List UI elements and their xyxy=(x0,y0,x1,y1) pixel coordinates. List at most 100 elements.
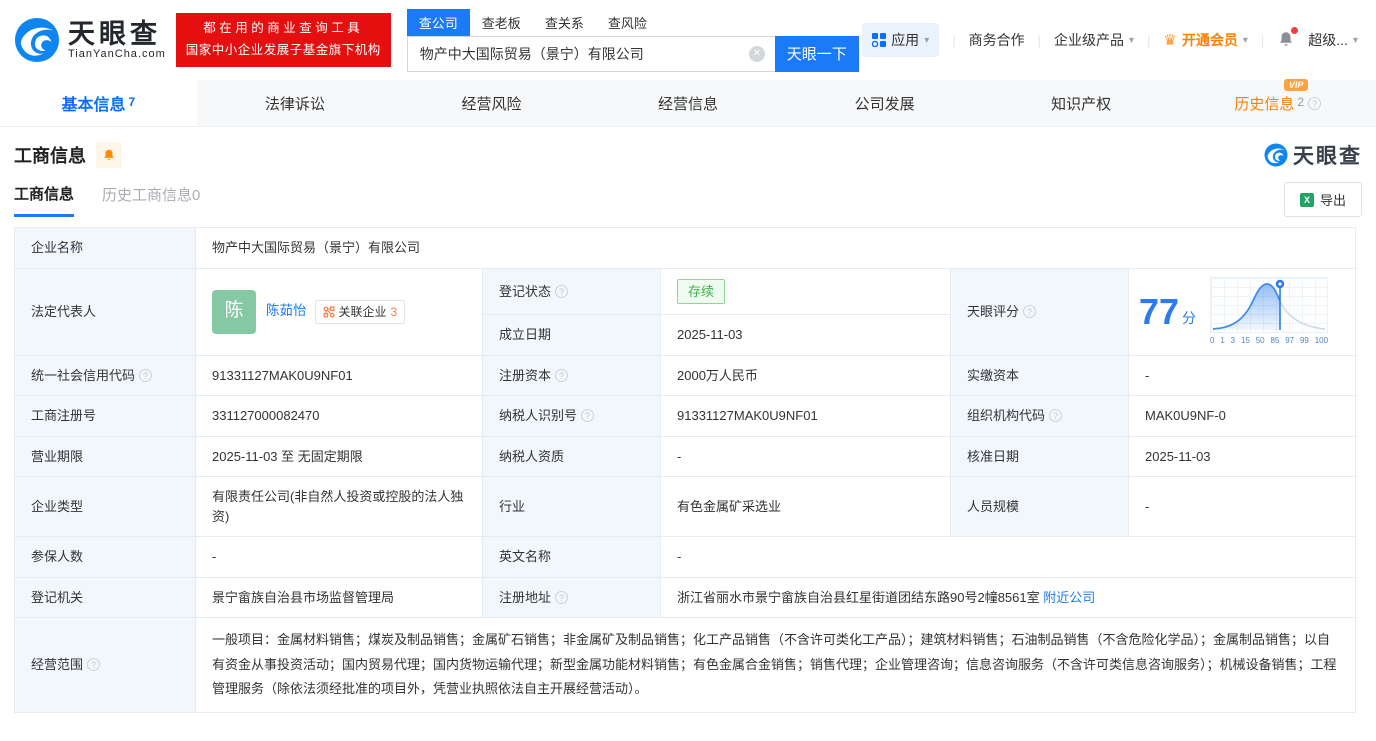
export-button[interactable]: X 导出 xyxy=(1283,182,1362,217)
taxpayer-id-label-text: 纳税人识别号 xyxy=(499,408,578,423)
tab-operation-risk[interactable]: 经营风险 xyxy=(393,80,590,126)
tianyancha-logo-icon xyxy=(1264,143,1288,167)
nearby-companies-link[interactable]: 附近公司 xyxy=(1043,590,1095,605)
field-label-taxpayer-quality: 纳税人资质 xyxy=(482,435,661,477)
section-title: 工商信息 xyxy=(14,146,86,166)
field-value-business-scope: 一般项目：金属材料销售；煤炭及制品销售；金属矿石销售；非金属矿及制品销售；化工产… xyxy=(195,616,1356,714)
help-icon[interactable]: ? xyxy=(555,368,569,382)
tab-operation-info[interactable]: 经营信息 xyxy=(590,80,787,126)
clear-search-icon[interactable]: ✕ xyxy=(748,45,765,62)
field-label-english-name: 英文名称 xyxy=(482,536,661,578)
search-box: 查公司 查老板 查关系 查风险 ✕ 天眼一下 xyxy=(406,8,859,72)
help-icon[interactable]: ? xyxy=(1308,96,1322,110)
field-value-industry: 有色金属矿采选业 xyxy=(660,476,951,537)
subscribe-bell-button[interactable] xyxy=(96,142,122,168)
watermark-text: 天眼查 xyxy=(1293,145,1362,168)
table-row: 营业期限 2025-11-03 至 无固定期限 纳税人资质 - 核准日期 202… xyxy=(14,435,1356,477)
help-icon[interactable]: ? xyxy=(1049,409,1063,422)
nav-open-vip[interactable]: ♛ 开通会员 ▾ xyxy=(1163,30,1247,50)
tab-basic-info[interactable]: 基本信息 7 xyxy=(0,80,197,126)
tianyancha-logo[interactable]: 天眼查 TianYanCha.com xyxy=(14,17,166,63)
nav-account[interactable]: 超级... ▾ xyxy=(1308,30,1358,50)
related-companies-badge[interactable]: 关联企业 3 xyxy=(314,299,406,324)
status-badge: 存续 xyxy=(677,278,726,304)
field-label-tyc-score: 天眼评分? xyxy=(950,267,1129,356)
subtab-history-business-info[interactable]: 历史工商信息0 xyxy=(102,184,200,215)
field-label-org-code: 组织机构代码? xyxy=(950,395,1129,437)
nav-biz-coop[interactable]: 商务合作 xyxy=(969,30,1025,50)
field-value-paid-capital: - xyxy=(1128,354,1356,396)
score-unit: 分 xyxy=(1182,310,1197,326)
reg-status-label-text: 登记状态 xyxy=(499,283,552,299)
field-value-approval-date: 2025-11-03 xyxy=(1128,435,1356,477)
tab-legal-litigation-label: 法律诉讼 xyxy=(264,95,325,113)
field-value-insured-count: - xyxy=(195,536,483,578)
help-icon[interactable]: ? xyxy=(87,658,101,672)
legal-rep-avatar[interactable]: 陈 xyxy=(212,289,256,334)
nav-account-label: 超级... xyxy=(1308,32,1348,48)
help-icon[interactable]: ? xyxy=(555,590,569,604)
search-input[interactable] xyxy=(406,35,775,72)
notification-dot xyxy=(1291,26,1299,34)
table-row: 企业名称 物产中大国际贸易（景宁）有限公司 xyxy=(14,227,1356,269)
field-value-reg-address: 浙江省丽水市景宁畲族自治县红星街道团结东路90号2幢8561室 附近公司 xyxy=(660,576,1356,618)
field-value-org-code: MAK0U9NF-0 xyxy=(1128,395,1356,437)
help-icon[interactable]: ? xyxy=(139,368,153,382)
table-row: 统一社会信用代码? 91331127MAK0U9NF01 注册资本? 2000万… xyxy=(14,354,1356,396)
axis-tick: 100 xyxy=(1314,335,1329,345)
tab-company-development[interactable]: 公司发展 xyxy=(786,80,983,126)
divider: | xyxy=(1037,32,1041,48)
slogan-line2: 国家中小企业发展子基金旗下机构 xyxy=(185,43,381,57)
search-tab-relation[interactable]: 查关系 xyxy=(533,9,596,36)
field-label-taxpayer-id: 纳税人识别号? xyxy=(482,395,661,437)
tab-history-info-label: 历史信息 xyxy=(1234,95,1295,113)
tab-intellectual-property[interactable]: 知识产权 xyxy=(983,80,1180,126)
legal-rep-name-link[interactable]: 陈茹怡 xyxy=(266,301,307,321)
business-info-section: 工商信息 天眼查 工商信息 历史工商信息0 X 导出 企业名称 物产中大国际贸易… xyxy=(0,127,1376,714)
reg-address-label-text: 注册地址 xyxy=(499,589,552,605)
field-label-reg-capital: 注册资本? xyxy=(482,354,661,396)
nav-enterprise[interactable]: 企业级产品 ▾ xyxy=(1054,30,1134,50)
search-tab-risk[interactable]: 查风险 xyxy=(596,9,659,36)
subtab-business-info[interactable]: 工商信息 xyxy=(14,183,75,217)
reg-capital-label-text: 注册资本 xyxy=(499,367,552,383)
help-icon[interactable]: ? xyxy=(1023,304,1037,318)
field-label-paid-capital: 实缴资本 xyxy=(950,354,1129,396)
notification-bell-icon[interactable] xyxy=(1277,26,1299,51)
field-value-company-name: 物产中大国际贸易（景宁）有限公司 xyxy=(195,227,1356,269)
credit-code-label-text: 统一社会信用代码 xyxy=(31,367,136,383)
table-row: 登记机关 景宁畲族自治县市场监督管理局 注册地址? 浙江省丽水市景宁畲族自治县红… xyxy=(14,576,1356,618)
field-value-tyc-score: 77 分 0 1 3 15 50 85 97 99 100 xyxy=(1128,267,1356,356)
brand-name: 天眼查 xyxy=(68,18,161,49)
field-value-reg-authority: 景宁畲族自治县市场监督管理局 xyxy=(195,576,483,618)
axis-tick: 50 xyxy=(1255,335,1265,345)
field-value-company-type: 有限责任公司(非自然人投资或控股的法人独资) xyxy=(195,476,483,537)
nav-enterprise-label: 企业级产品 xyxy=(1054,32,1124,48)
help-icon[interactable]: ? xyxy=(581,409,595,422)
field-label-company-name: 企业名称 xyxy=(14,227,196,269)
nav-apps[interactable]: 应用 ▾ xyxy=(862,23,940,57)
field-label-reg-authority: 登记机关 xyxy=(14,576,196,618)
axis-tick: 0 xyxy=(1210,335,1215,345)
apps-grid-icon xyxy=(872,33,887,47)
axis-tick: 85 xyxy=(1270,335,1280,345)
search-tab-boss[interactable]: 查老板 xyxy=(470,9,533,36)
field-value-taxpayer-quality: - xyxy=(660,435,951,477)
score-value[interactable]: 77 xyxy=(1139,293,1179,330)
related-network-icon xyxy=(323,305,335,318)
field-label-company-type: 企业类型 xyxy=(14,476,196,537)
crown-icon: ♛ xyxy=(1163,32,1177,49)
score-chart-axis: 0 1 3 15 50 85 97 99 100 xyxy=(1210,335,1328,347)
search-button[interactable]: 天眼一下 xyxy=(774,35,859,72)
chevron-down-icon: ▾ xyxy=(1129,34,1135,46)
tab-history-info[interactable]: 历史信息 VIP 2 ? xyxy=(1179,78,1376,126)
tianyancha-watermark: 天眼查 xyxy=(1264,140,1362,170)
org-code-label-text: 组织机构代码 xyxy=(967,408,1046,423)
search-tab-company[interactable]: 查公司 xyxy=(406,8,470,36)
tab-legal-litigation[interactable]: 法律诉讼 xyxy=(197,80,394,126)
help-icon[interactable]: ? xyxy=(555,284,569,298)
table-row: 工商注册号 331127000082470 纳税人识别号? 91331127MA… xyxy=(14,395,1356,437)
field-label-insured-count: 参保人数 xyxy=(14,536,196,578)
axis-tick: 1 xyxy=(1220,335,1225,345)
field-label-credit-code: 统一社会信用代码? xyxy=(14,354,196,396)
